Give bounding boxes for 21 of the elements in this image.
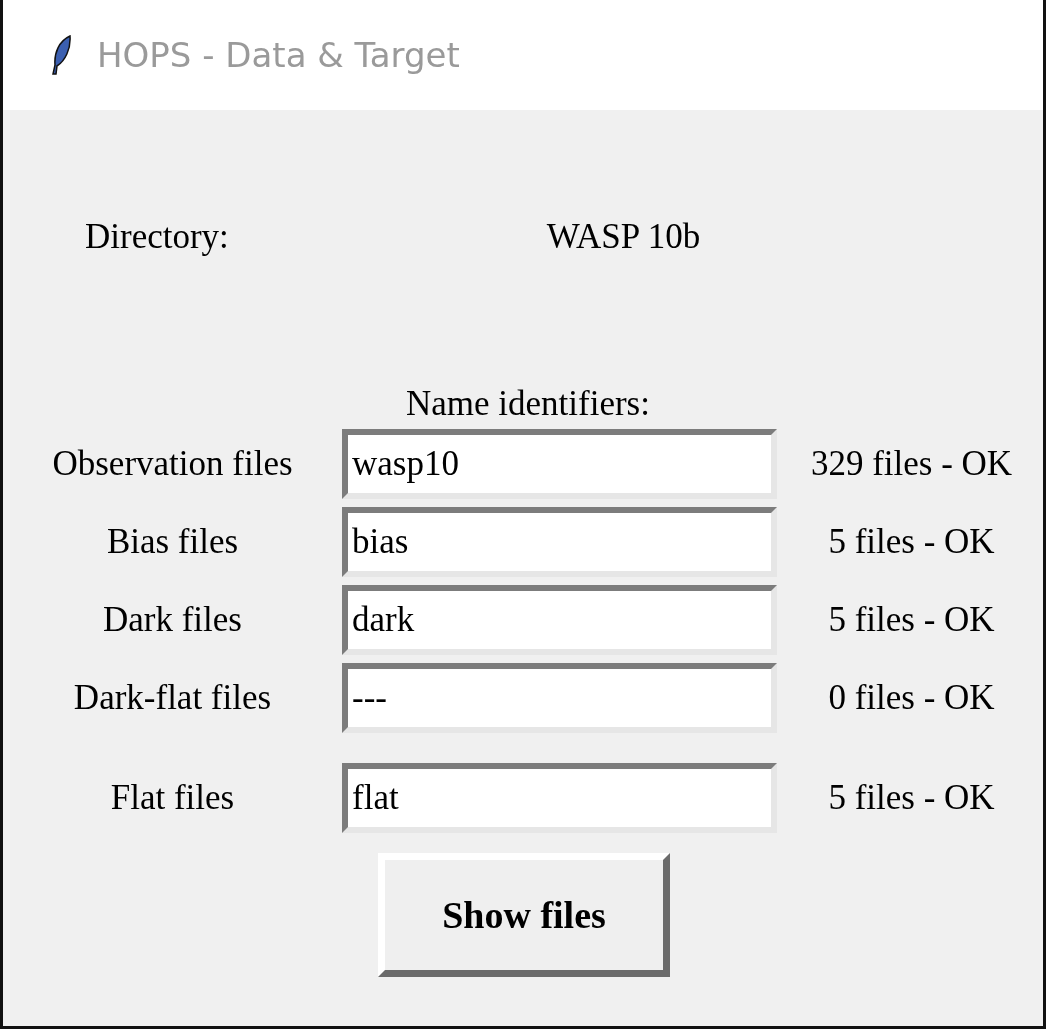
file-status: 0 files - OK: [828, 677, 995, 717]
input-field[interactable]: dark: [342, 585, 777, 655]
field-label: Flat files: [109, 778, 236, 818]
file-status: 329 files - OK: [810, 443, 1013, 483]
field-label: Dark files: [102, 600, 243, 640]
field-label: Bias files: [105, 522, 240, 562]
input-field[interactable]: bias: [342, 507, 777, 577]
input-field[interactable]: wasp10: [342, 429, 777, 499]
file-status: 5 files - OK: [828, 777, 995, 817]
section-label: Name identifiers:: [406, 384, 650, 423]
field-label: Observation files: [51, 444, 294, 484]
file-status: 5 files - OK: [828, 521, 995, 561]
directory-label: Directory:: [85, 218, 229, 257]
directory-value: WASP 10b: [546, 218, 701, 257]
show-files-button[interactable]: Show files: [378, 853, 670, 977]
window-title: HOPS - Data & Target: [97, 33, 460, 77]
field-label: Dark-flat files: [72, 678, 273, 718]
input-field[interactable]: flat: [342, 763, 777, 833]
feather-icon: [51, 35, 73, 75]
input-field[interactable]: ---: [342, 663, 777, 733]
file-status: 5 files - OK: [828, 599, 995, 639]
